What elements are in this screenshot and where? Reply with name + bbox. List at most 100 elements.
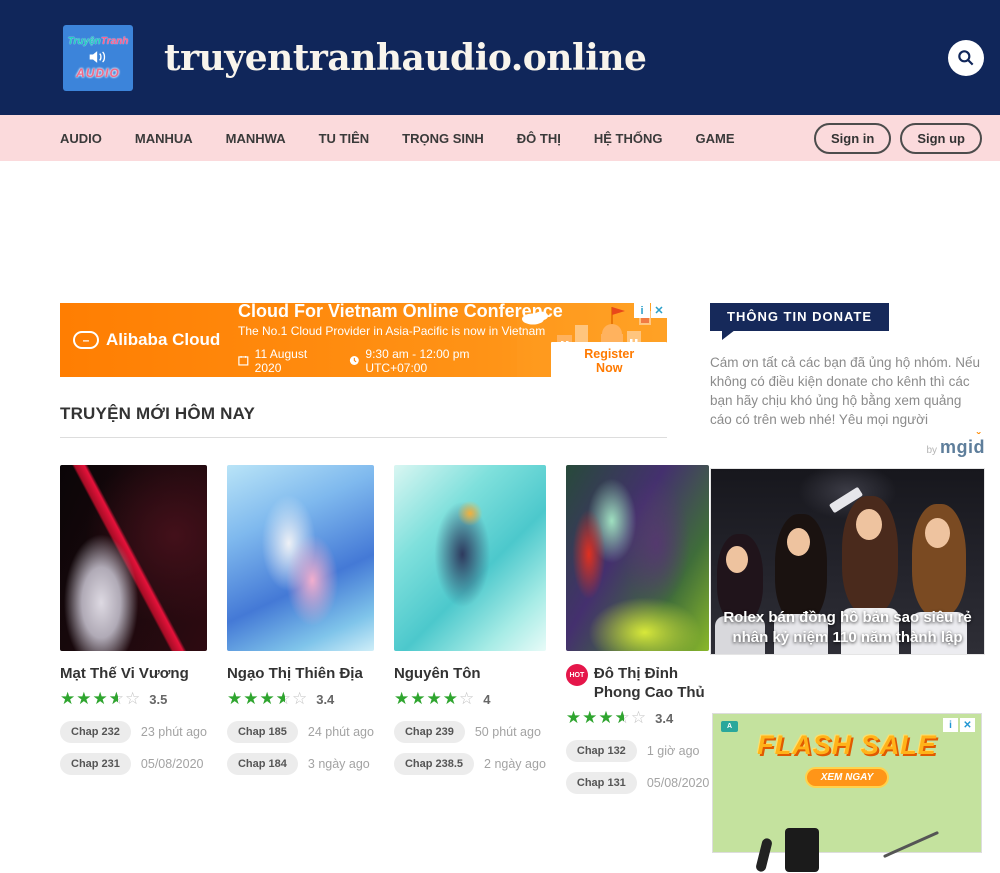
nav-items: AUDIO MANHUA MANHWA TU TIÊN TRỌNG SINH ĐÔ THỊ… <box>60 131 767 146</box>
star-half-icon: ☆★ <box>615 709 631 727</box>
rating-value: 3.4 <box>655 711 673 726</box>
nav-item-o-thi[interactable]: ĐÔ THỊ <box>517 131 561 146</box>
chapter-row: Chap 238.5 2 ngày ago <box>394 753 546 775</box>
comic-title-row: Nguyên Tôn <box>394 664 546 683</box>
star-full-icon: ★ <box>243 690 259 708</box>
flash-ad-brand-badge: A <box>721 721 738 732</box>
rating-stars: ★★★☆★☆3.4 <box>227 690 374 708</box>
star-half-fill: ★ <box>109 690 118 708</box>
chapter-time: 1 giờ ago <box>647 744 700 758</box>
flash-ad-product-stick <box>883 831 939 858</box>
flash-sale-ad[interactable]: A i ✕ FLASH SALE XEM NGAY <box>712 713 982 853</box>
ad-close-icon[interactable]: ✕ <box>651 303 667 318</box>
search-icon <box>956 48 976 68</box>
sidebar-photo-ad[interactable]: Rolex bán đồng hồ bản sao siêu rẻ nhân k… <box>710 468 985 655</box>
logo-text-top: TruyệnTranh <box>68 36 129 47</box>
nav-item-game[interactable]: GAME <box>695 131 734 146</box>
mgid-by-label: by <box>926 445 937 456</box>
donate-text: Cám ơn tất cả các bạn đã ủng hộ nhóm. Nế… <box>710 353 985 429</box>
nav-item-trong-sinh[interactable]: TRỌNG SINH <box>402 131 484 146</box>
nav-item-manhwa[interactable]: MANHWA <box>226 131 286 146</box>
star-full-icon: ★ <box>76 690 92 708</box>
search-button[interactable] <box>948 40 984 76</box>
flash-ad-close-icon[interactable]: ✕ <box>960 718 975 732</box>
speaker-icon <box>88 49 108 65</box>
site-logo[interactable]: TruyệnTranh AUDIO <box>63 25 133 91</box>
star-half-fill: ★ <box>276 690 285 708</box>
cards-grid: Mạt Thế Vi Vương★★★☆★☆3.5Chap 23223 phút… <box>60 465 667 794</box>
chapter-button[interactable]: Chap 184 <box>227 753 298 775</box>
nav-item-he-thong[interactable]: HỆ THỐNG <box>594 131 663 146</box>
comic-cover[interactable] <box>227 465 374 651</box>
star-full-icon: ★ <box>566 709 582 727</box>
nav-item-tu-tien[interactable]: TU TIÊN <box>319 131 370 146</box>
sign-up-button[interactable]: Sign up <box>900 123 982 154</box>
register-now-button[interactable]: Register Now <box>551 342 667 378</box>
rating-stars: ★★★★☆4 <box>394 690 546 708</box>
rating-value: 4 <box>483 692 490 707</box>
rating-stars: ★★★☆★☆3.5 <box>60 690 207 708</box>
nav-item-audio[interactable]: AUDIO <box>60 131 102 146</box>
comic-title-row: HOT Đô Thị Đỉnh Phong Cao Thủ <box>566 664 709 702</box>
star-full-icon: ★ <box>227 690 243 708</box>
ad-banner-date: 11 August 2020 <box>255 347 335 375</box>
flash-ad-info-icon[interactable]: i <box>943 718 958 732</box>
comic-card-nguyen-ton: Nguyên Tôn★★★★☆4Chap 23950 phút agoChap … <box>394 465 546 794</box>
ad-info-icon[interactable]: i <box>634 303 650 318</box>
chapter-button[interactable]: Chap 132 <box>566 740 637 762</box>
chapter-button[interactable]: Chap 185 <box>227 721 298 743</box>
chapter-button[interactable]: Chap 231 <box>60 753 131 775</box>
mgid-logo: mgidˇ <box>940 437 985 457</box>
comic-card-ngao-thi-thien-ia: Ngạo Thị Thiên Địa★★★☆★☆3.4Chap 18524 ph… <box>227 465 374 794</box>
star-full-icon: ★ <box>93 690 109 708</box>
nav-item-manhua[interactable]: MANHUA <box>135 131 193 146</box>
chapter-button[interactable]: Chap 232 <box>60 721 131 743</box>
ad-banner-text: Cloud For Vietnam Online Conference The … <box>238 303 667 377</box>
flash-ad-product-phone <box>785 828 819 872</box>
sidebar: THÔNG TIN DONATE Cám ơn tất cả các bạn đ… <box>710 161 985 853</box>
ad-banner-title: Cloud For Vietnam Online Conference <box>238 303 667 322</box>
star-full-icon: ★ <box>394 690 410 708</box>
chapter-time: 50 phút ago <box>475 725 541 739</box>
chapter-time: 24 phút ago <box>308 725 374 739</box>
ad-choices: i ✕ <box>633 303 667 318</box>
star-empty-icon: ☆ <box>125 690 141 708</box>
comic-title[interactable]: Mạt Thế Vi Vương <box>60 664 189 683</box>
page-content: – Alibaba Cloud Cloud For Vietnam Online… <box>0 161 1000 853</box>
comic-card-o-thi-inh-phong-cao-thu: HOTĐô Thị Đỉnh Phong Cao Thủ★★★☆★☆3.4Cha… <box>566 465 709 794</box>
star-half-icon: ☆★ <box>276 690 292 708</box>
chapter-button[interactable]: Chap 131 <box>566 772 637 794</box>
mgid-attribution[interactable]: bymgidˇ <box>710 437 985 458</box>
calendar-icon <box>238 355 249 366</box>
chapter-time: 05/08/2020 <box>647 776 710 790</box>
ad-banner-time: 9:30 am - 12:00 pm UTC+07:00 <box>365 347 529 375</box>
clock-icon <box>349 355 360 366</box>
star-full-icon: ★ <box>410 690 426 708</box>
chapter-time: 2 ngày ago <box>484 757 546 771</box>
comic-cover[interactable] <box>394 465 546 651</box>
comic-cover[interactable] <box>60 465 207 651</box>
logo-text-audio: AUDIO <box>76 66 120 80</box>
comic-title-row: Mạt Thế Vi Vương <box>60 664 207 683</box>
comic-cover[interactable] <box>566 465 709 651</box>
chapter-button[interactable]: Chap 238.5 <box>394 753 474 775</box>
site-title: truyentranhaudio.online <box>164 37 646 79</box>
chapter-button[interactable]: Chap 239 <box>394 721 465 743</box>
ad-banner-subtitle: The No.1 Cloud Provider in Asia-Pacific … <box>238 324 667 338</box>
star-empty-icon: ☆ <box>292 690 308 708</box>
chapter-time: 05/08/2020 <box>141 757 204 771</box>
sign-in-button[interactable]: Sign in <box>814 123 891 154</box>
comic-title-row: Ngạo Thị Thiên Địa <box>227 664 374 683</box>
rating-value: 3.5 <box>149 692 167 707</box>
alibaba-ad-banner[interactable]: – Alibaba Cloud Cloud For Vietnam Online… <box>60 303 667 377</box>
chapter-row: Chap 23223 phút ago <box>60 721 207 743</box>
flash-ad-product-mic <box>755 837 773 872</box>
chapter-row: Chap 132 1 giờ ago <box>566 740 709 762</box>
chapter-row: Chap 239 50 phút ago <box>394 721 546 743</box>
comic-title[interactable]: Ngạo Thị Thiên Địa <box>227 664 363 683</box>
xem-ngay-button[interactable]: XEM NGAY <box>805 767 890 788</box>
comic-title[interactable]: Nguyên Tôn <box>394 664 481 683</box>
chapter-row: Chap 185 24 phút ago <box>227 721 374 743</box>
comic-title[interactable]: Đô Thị Đỉnh Phong Cao Thủ <box>594 664 709 702</box>
hot-badge: HOT <box>566 664 588 686</box>
